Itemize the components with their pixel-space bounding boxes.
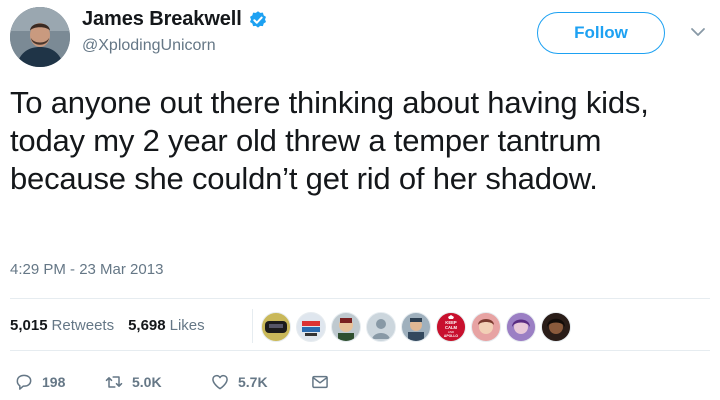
author-avatar[interactable] — [10, 7, 70, 67]
likes-count: 5,698 — [128, 317, 166, 334]
keep-calm-word-4: APOLLO — [444, 334, 458, 338]
likes-label: Likes — [169, 317, 205, 334]
retweets-stat[interactable]: 5,015 Retweets — [10, 317, 114, 334]
reply-icon — [16, 374, 32, 390]
stats-separator — [252, 309, 253, 343]
retweet-icon — [105, 376, 123, 388]
liker-avatar[interactable] — [401, 312, 431, 342]
engagement-stats: 5,015 Retweets 5,698 Likes — [10, 317, 205, 334]
liker-avatar[interactable] — [541, 312, 571, 342]
reply-count: 198 — [42, 374, 66, 390]
verified-badge-icon — [249, 10, 266, 28]
envelope-icon — [312, 375, 328, 389]
likes-stat[interactable]: 5,698 Likes — [128, 317, 205, 334]
avatar-image — [10, 7, 70, 67]
author-name[interactable]: James Breakwell — [82, 8, 242, 31]
author-name-row: James Breakwell — [82, 8, 268, 31]
keep-calm-badge: KEEP CALM AND APOLLO — [437, 313, 465, 341]
chevron-down-icon[interactable] — [690, 26, 706, 38]
liker-avatar[interactable] — [296, 312, 326, 342]
reply-button[interactable]: 198 — [14, 372, 84, 392]
direct-message-button[interactable] — [310, 372, 338, 392]
heart-icon — [212, 374, 228, 390]
retweets-label: Retweets — [51, 317, 115, 334]
like-button[interactable]: 5.7K — [210, 372, 290, 392]
liker-avatar[interactable] — [331, 312, 361, 342]
retweet-count: 5.0K — [132, 374, 162, 390]
tweet-actions: 198 5.0K 5.7K — [14, 372, 338, 392]
follow-button[interactable]: Follow — [537, 12, 665, 54]
tweet-timestamp[interactable]: 4:29 PM - 23 Mar 2013 — [10, 261, 163, 278]
liker-avatar[interactable] — [366, 312, 396, 342]
retweets-count: 5,015 — [10, 317, 48, 334]
keep-calm-avatar[interactable]: KEEP CALM AND APOLLO — [436, 312, 466, 342]
author-handle[interactable]: @XplodingUnicorn — [82, 37, 216, 55]
divider-bottom — [10, 350, 710, 351]
liker-avatars: KEEP CALM AND APOLLO — [261, 312, 576, 342]
liker-avatar[interactable] — [471, 312, 501, 342]
divider-top — [10, 298, 710, 299]
tweet-text: To anyone out there thinking about havin… — [10, 85, 649, 196]
retweet-button[interactable]: 5.0K — [104, 372, 196, 392]
like-count: 5.7K — [238, 374, 268, 390]
liker-avatar[interactable] — [506, 312, 536, 342]
liker-avatar[interactable] — [261, 312, 291, 342]
tweet-card: James Breakwell @XplodingUnicorn Follow … — [0, 0, 720, 400]
